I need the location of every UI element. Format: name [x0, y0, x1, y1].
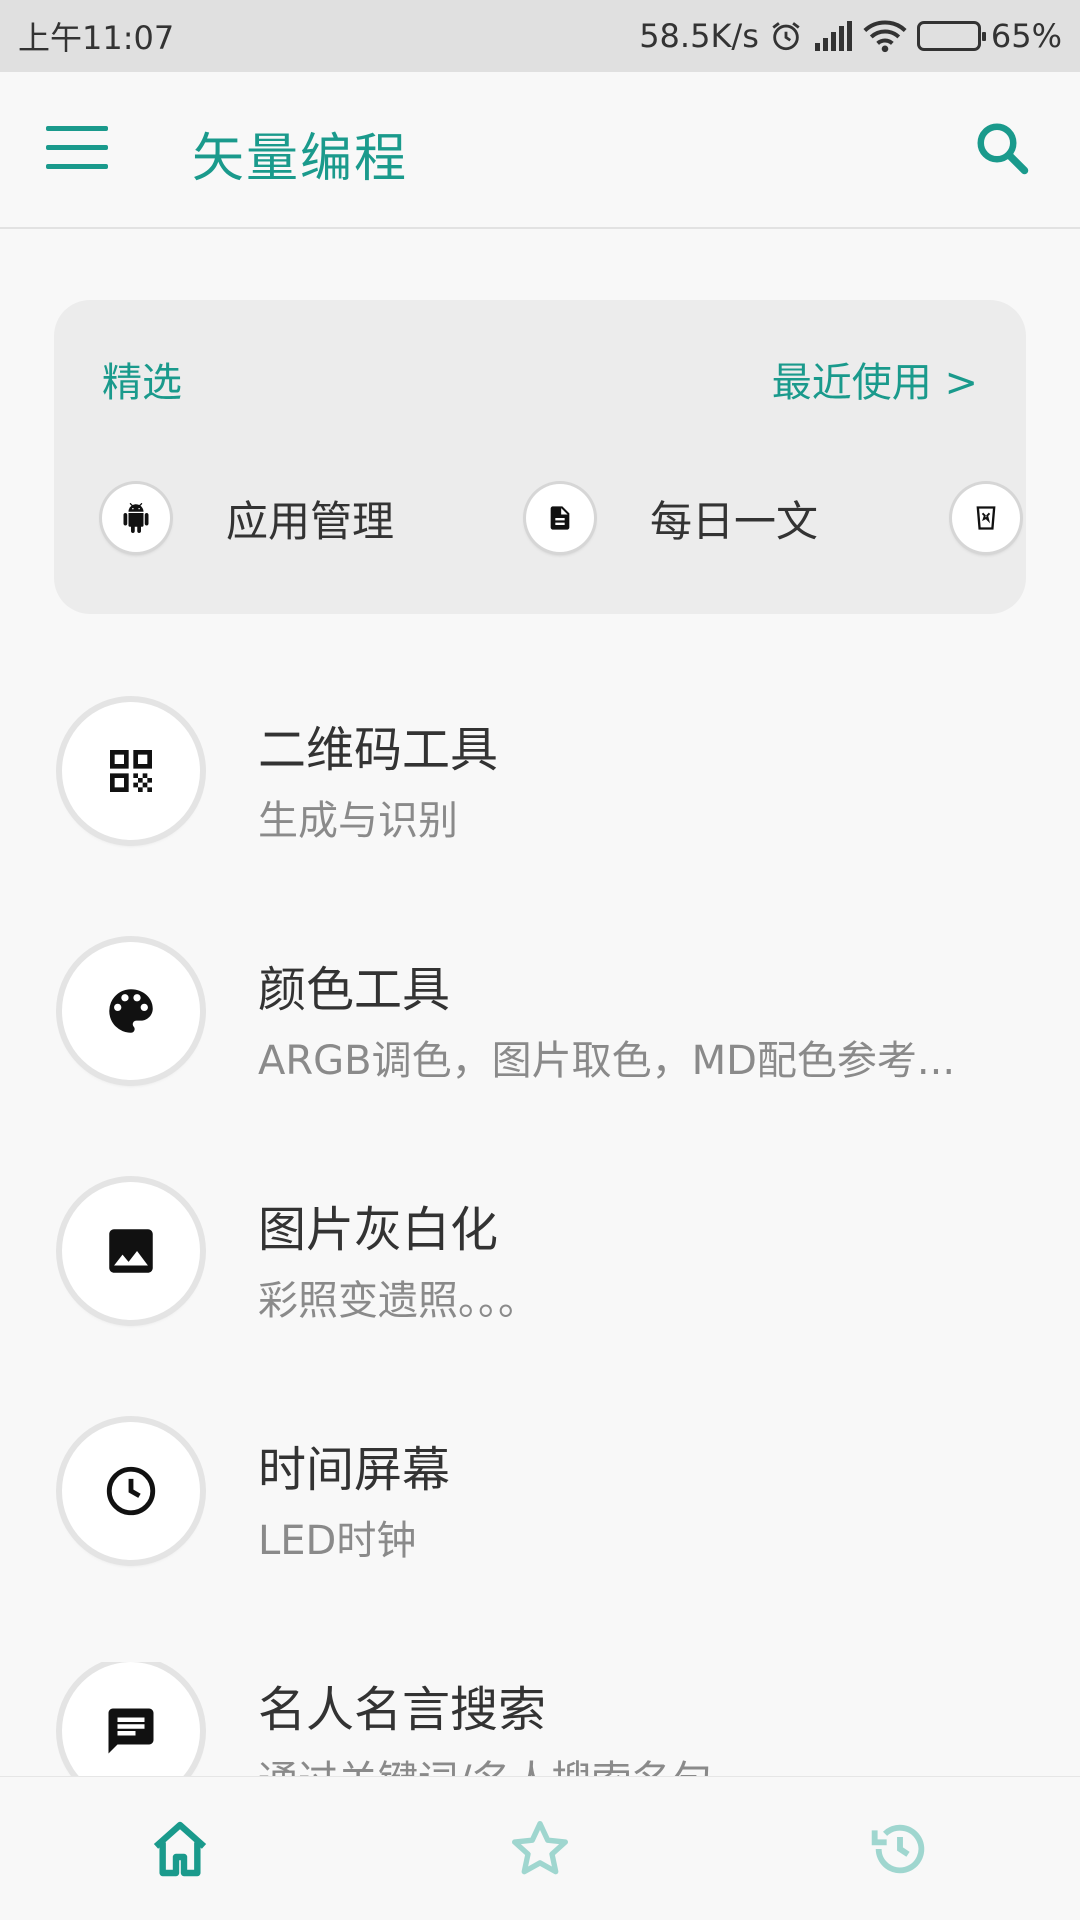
recent-link[interactable]: 最近使用 > — [772, 350, 978, 408]
item-subtitle: 生成与识别 — [258, 798, 458, 844]
android-icon — [102, 484, 170, 552]
chip-daily-article[interactable]: 每日一文 — [526, 484, 818, 552]
item-subtitle: ARGB调色，图片取色，MD配色参考... — [258, 1038, 956, 1084]
search-icon[interactable] — [972, 118, 1032, 178]
item-title: 时间屏幕 — [258, 1442, 451, 1498]
list-item-grayscale[interactable]: 图片灰白化 彩照变遗照。。。 — [0, 1182, 1080, 1422]
list-item-qr-tool[interactable]: 二维码工具 生成与识别 — [0, 702, 1080, 942]
list-item-quote-search[interactable]: 名人名言搜索 通过关键词/名人搜索名句 — [0, 1662, 1080, 1776]
trash-icon — [952, 484, 1020, 552]
battery-percent: 65% — [990, 17, 1062, 55]
quote-icon — [62, 1662, 200, 1776]
chip-trash[interactable] — [952, 484, 1020, 552]
app-bar: 矢量编程 — [0, 72, 1080, 229]
alarm-icon — [769, 19, 803, 53]
page-title: 矢量编程 — [192, 129, 409, 189]
featured-card: 精选 最近使用 > 应用管理 每日一文 — [54, 300, 1026, 614]
item-subtitle: LED时钟 — [258, 1518, 417, 1564]
document-icon — [526, 484, 594, 552]
item-title: 名人名言搜索 — [258, 1682, 547, 1738]
wifi-icon — [863, 19, 907, 53]
star-icon[interactable] — [508, 1817, 572, 1881]
list-item-color-tool[interactable]: 颜色工具 ARGB调色，图片取色，MD配色参考... — [0, 942, 1080, 1182]
item-title: 颜色工具 — [258, 962, 451, 1018]
signal-icon — [813, 21, 853, 51]
item-title: 二维码工具 — [258, 722, 499, 778]
chip-app-manager[interactable]: 应用管理 — [102, 484, 394, 552]
image-icon — [62, 1182, 200, 1320]
status-right: 58.5K/s 65% — [639, 17, 1062, 55]
status-time: 上午11:07 — [18, 19, 175, 57]
list-item-time-screen[interactable]: 时间屏幕 LED时钟 — [0, 1422, 1080, 1662]
chip-label: 每日一文 — [650, 496, 819, 546]
home-icon[interactable] — [148, 1817, 212, 1881]
item-title: 图片灰白化 — [258, 1202, 499, 1258]
bottom-nav — [0, 1776, 1080, 1920]
network-speed: 58.5K/s — [639, 17, 759, 55]
palette-icon — [62, 942, 200, 1080]
battery-icon — [916, 21, 986, 51]
clock-icon — [62, 1422, 200, 1560]
item-subtitle: 通过关键词/名人搜索名句 — [258, 1748, 711, 1776]
featured-title: 精选 — [102, 360, 182, 406]
history-icon[interactable] — [868, 1817, 932, 1881]
qr-code-icon — [62, 702, 200, 840]
chip-label: 应用管理 — [226, 496, 395, 546]
menu-icon[interactable] — [46, 126, 108, 170]
status-bar: 上午11:07 58.5K/s 65% — [0, 0, 1080, 72]
item-subtitle: 彩照变遗照。。。 — [258, 1278, 538, 1324]
